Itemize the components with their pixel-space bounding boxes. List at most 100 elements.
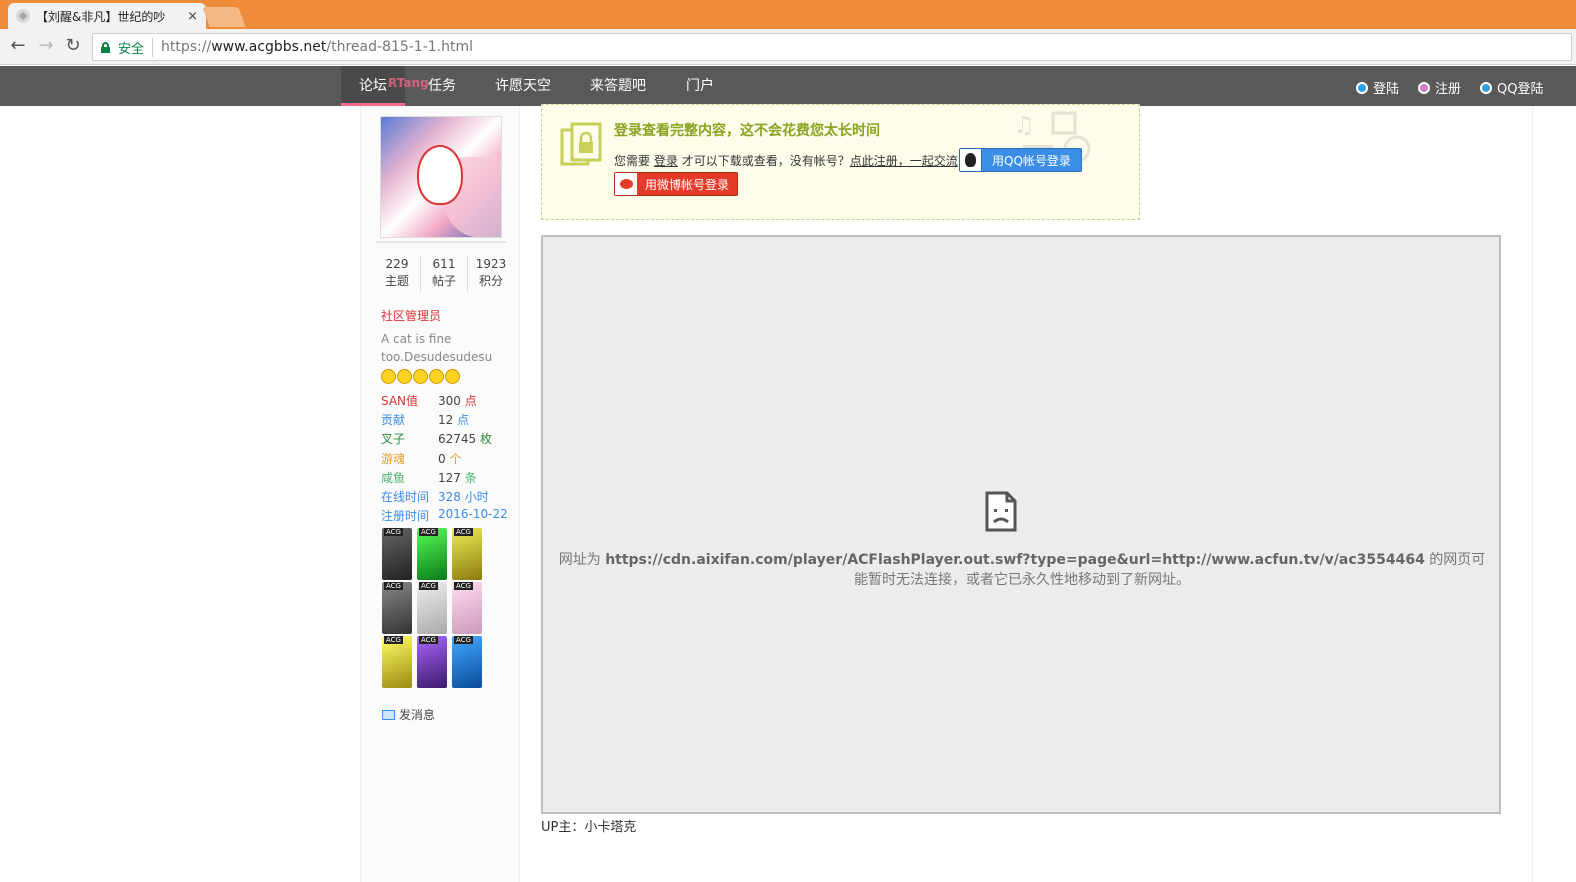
embed-error-prefix: 网址为 [558, 552, 606, 568]
tab-close-icon[interactable]: × [187, 9, 198, 24]
field-key: 游魂 [381, 452, 406, 466]
avatar-divider [376, 241, 506, 243]
site-nav: 论坛 RTang 任务 许愿天空 来答题吧 门户 登陆 注册 QQ登陆 [0, 66, 1576, 106]
lock-document-icon [560, 122, 602, 166]
medal-arrow-icon[interactable] [382, 636, 412, 688]
site-favicon-icon [16, 9, 30, 23]
embed-error-message: 网址为 https://cdn.aixifan.com/player/ACFla… [552, 550, 1492, 590]
browser-tab[interactable]: 【刘醒&非凡】世纪的吵 × [8, 3, 206, 29]
nav-tasks[interactable]: 任务 [428, 66, 456, 106]
mail-icon [382, 709, 395, 720]
login-prefix: 您需要 [614, 154, 651, 168]
medal-grid [382, 528, 492, 688]
smiley-icon [429, 369, 444, 384]
login-middle: 才可以下载或查看，没有帐号？ [681, 154, 850, 168]
user-rank-icons [381, 369, 460, 384]
back-arrow-icon[interactable]: ← [8, 37, 28, 57]
stat-threads[interactable]: 229 主题 [374, 256, 421, 292]
send-message-link[interactable]: 发消息 [382, 706, 435, 723]
field-value: 127 条 [438, 471, 477, 485]
qq-login-button-label: 用QQ帐号登录 [992, 153, 1071, 168]
send-message-label: 发消息 [399, 708, 436, 722]
register-link-inline[interactable]: 点此注册，一起交流 [850, 154, 958, 168]
field-value: 0 个 [438, 452, 462, 466]
field-value: 328 小时 [438, 490, 489, 504]
field-key: 叉子 [381, 432, 406, 446]
medal-blue-icon[interactable] [452, 636, 482, 688]
login-link[interactable]: 登陆 [1356, 78, 1399, 97]
login-prompt-text: 您需要 登录 才可以下载或查看，没有帐号？点此注册，一起交流 [614, 152, 958, 169]
smiley-icon [413, 369, 428, 384]
field-value: 12 点 [438, 413, 470, 427]
stat-points-value: 1923 [475, 257, 507, 271]
lock-icon [101, 41, 110, 53]
field-value: 62745 枚 [438, 432, 493, 446]
sad-document-icon [985, 491, 1017, 532]
stat-posts[interactable]: 611 帖子 [421, 256, 468, 292]
qq-login-link[interactable]: QQ登陆 [1480, 78, 1543, 97]
nav-portal[interactable]: 门户 [686, 66, 714, 106]
nav-quiz[interactable]: 来答题吧 [590, 66, 646, 106]
medal-silver-icon[interactable] [417, 582, 447, 634]
avatar-mask [417, 145, 463, 205]
weibo-login-button[interactable]: 用微博帐号登录 [614, 172, 738, 196]
reload-icon[interactable]: ↻ [63, 37, 83, 57]
stat-threads-value: 229 [385, 257, 409, 271]
tab-title: 【刘醒&非凡】世纪的吵 [36, 9, 166, 24]
user-bio: A cat is fine too.Desudesudesu [381, 332, 493, 364]
field-key: 贡献 [381, 413, 406, 427]
user-role[interactable]: 社区管理员 [381, 307, 441, 324]
register-label: 注册 [1435, 82, 1462, 97]
medal-dark-icon[interactable] [382, 582, 412, 634]
url-path: /thread-815-1-1.html [326, 39, 474, 55]
nav-rt-overlay: RTang [388, 76, 429, 90]
url-text[interactable]: https://www.acgbbs.net/thread-815-1-1.ht… [161, 39, 473, 55]
stat-posts-value: 611 [432, 257, 456, 271]
weibo-icon [615, 173, 637, 195]
profile-stats: 229 主题 611 帖子 1923 积分 [374, 256, 514, 292]
field-key: 注册时间 [381, 509, 430, 523]
url-scheme: https:// [161, 39, 212, 55]
qq-icon [1480, 81, 1492, 94]
embed-error-url: https://cdn.aixifan.com/player/ACFlashPl… [605, 552, 1425, 568]
embedded-player-frame[interactable] [541, 235, 1501, 814]
avatar[interactable] [380, 116, 502, 238]
stat-threads-label: 主题 [384, 274, 409, 288]
qq-penguin-icon [960, 149, 982, 171]
medal-gray-icon[interactable] [382, 528, 412, 580]
field-value: 300 点 [438, 394, 477, 408]
smiley-icon [445, 369, 460, 384]
qq-login-label: QQ登陆 [1497, 82, 1544, 97]
nav-wish-sky[interactable]: 许愿天空 [495, 66, 551, 106]
page-right-border [1532, 106, 1533, 882]
stat-points-label: 积分 [478, 274, 503, 288]
qq-login-button[interactable]: 用QQ帐号登录 [959, 148, 1082, 172]
smiley-icon [381, 369, 396, 384]
uploader-line: UP主：小卡塔克 [541, 820, 637, 835]
address-bar[interactable]: 安全 https://www.acgbbs.net/thread-815-1-1… [92, 33, 1572, 61]
login-prompt-title: 登录查看完整内容，这不会花费您太长时间 [614, 123, 880, 139]
browser-tab-strip: 【刘醒&非凡】世纪的吵 × [0, 0, 1576, 29]
medal-gold-icon[interactable] [452, 528, 482, 580]
browser-toolbar: ← → ↻ 安全 https://www.acgbbs.net/thread-8… [0, 29, 1576, 65]
field-key: 在线时间 [381, 490, 430, 504]
weibo-login-button-label: 用微博帐号登录 [645, 177, 730, 192]
login-icon [1356, 81, 1368, 94]
stat-points[interactable]: 1923 积分 [468, 256, 514, 292]
field-value: 2016-10-22 [438, 507, 508, 521]
forward-arrow-icon[interactable]: → [36, 37, 56, 57]
svg-text:♫: ♫ [1013, 111, 1035, 139]
smiley-icon [397, 369, 412, 384]
url-host: www.acgbbs.net [211, 39, 327, 55]
stat-posts-label: 帖子 [431, 274, 456, 288]
register-link[interactable]: 注册 [1418, 78, 1461, 97]
login-link-inline[interactable]: 登录 [654, 154, 678, 168]
medal-sword-icon[interactable] [417, 636, 447, 688]
new-tab-button[interactable] [202, 7, 246, 27]
login-label: 登陆 [1373, 82, 1400, 97]
medal-green-icon[interactable] [417, 528, 447, 580]
field-key: 咸鱼 [381, 471, 406, 485]
medal-pink-icon[interactable] [452, 582, 482, 634]
field-key: SAN值 [381, 394, 419, 408]
secure-label: 安全 [118, 37, 154, 57]
